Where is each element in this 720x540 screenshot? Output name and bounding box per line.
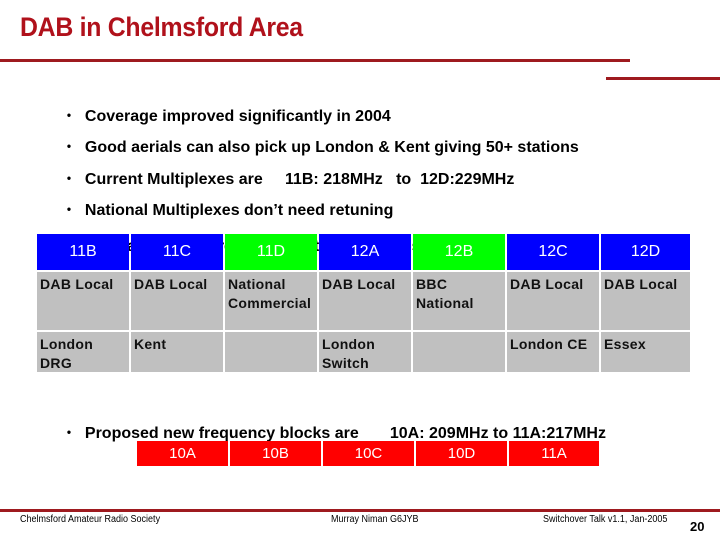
footer-author: Murray Niman G6JYB	[331, 514, 419, 525]
bullet-icon: •	[66, 425, 72, 439]
table-cell: DAB Local	[601, 272, 690, 330]
slide-title: DAB in Chelmsford Area	[20, 12, 303, 42]
block-11a: 11A	[509, 441, 599, 466]
bullet-icon: •	[66, 171, 72, 185]
table-cell: DAB Local	[319, 272, 411, 330]
table-cell: DAB Local	[37, 272, 129, 330]
bullet-icon: •	[66, 202, 72, 216]
bullet-text: Proposed new frequency blocks are 10A: 2…	[84, 425, 606, 442]
table-header-12b: 12B	[413, 234, 505, 270]
table-header-11b: 11B	[37, 234, 129, 270]
block-10c: 10C	[323, 441, 414, 466]
bullet-icon: •	[66, 108, 72, 122]
table-cell	[225, 332, 317, 372]
table-cell: Kent	[131, 332, 223, 372]
table-cell: DAB Local	[507, 272, 599, 330]
footer-talk-version: Switchover Talk v1.1, Jan-2005	[543, 514, 668, 525]
block-10b: 10B	[230, 441, 321, 466]
block-10d: 10D	[416, 441, 507, 466]
table-cell	[413, 332, 505, 372]
bullet-aerials: • Good aerials can also pick up London & …	[58, 121, 579, 157]
table-header-11c: 11C	[131, 234, 223, 270]
bullet-icon: •	[66, 139, 72, 153]
table-header-12d: 12D	[601, 234, 690, 270]
bullet-proposed-blocks: • Proposed new frequency blocks are 10A: …	[58, 407, 606, 443]
table-cell: London DRG	[37, 332, 129, 372]
title-divider	[0, 59, 630, 62]
bullet-text: National Multiplexes don’t need retuning	[84, 202, 394, 219]
table-cell: DAB Local	[131, 272, 223, 330]
table-cell: London CE	[507, 332, 599, 372]
page-number: 20	[690, 519, 705, 534]
table-header-12c: 12C	[507, 234, 599, 270]
table-header-11d: 11D	[225, 234, 317, 270]
block-10a: 10A	[137, 441, 228, 466]
footer-divider	[0, 509, 720, 512]
table-cell: National Commercial	[225, 272, 317, 330]
table-cell: BBC National	[413, 272, 505, 330]
table-cell: London Switch	[319, 332, 411, 372]
multiplex-table: 11B 11C 11D 12A 12B 12C 12D DAB Local DA…	[37, 234, 690, 372]
title-divider-accent	[606, 77, 720, 80]
proposed-blocks-bar: 10A 10B 10C 10D 11A	[137, 441, 599, 466]
table-header-12a: 12A	[319, 234, 411, 270]
table-cell: Essex	[601, 332, 690, 372]
footer-organization: Chelmsford Amateur Radio Society	[20, 514, 161, 525]
